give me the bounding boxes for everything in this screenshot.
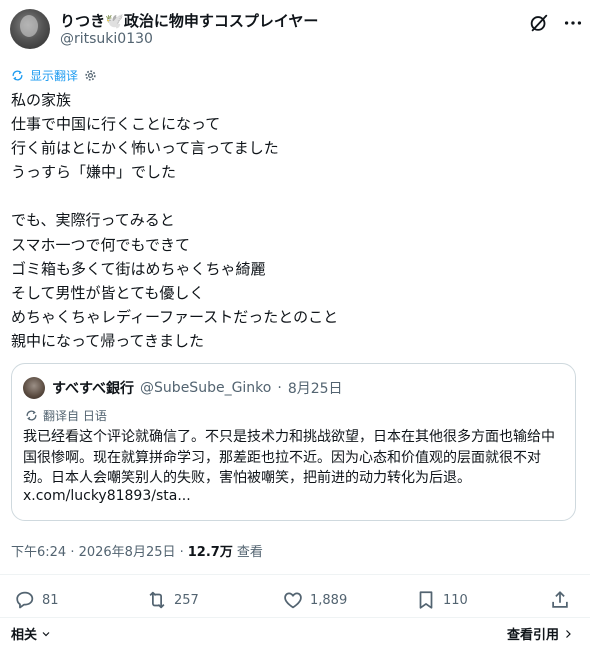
retweet-icon [149, 591, 165, 609]
quoted-translation-note: 翻译自 日语 [25, 406, 107, 424]
quoted-tweet-link[interactable]: x.com/lucky81893/sta... [23, 488, 191, 504]
like-icon [284, 592, 302, 609]
tweet-timestamp[interactable]: 下午6:24 · 2026年8月25日 · [11, 541, 184, 560]
views-label: 查看 [236, 544, 263, 560]
retweet-count: 257 [174, 592, 199, 608]
like-button[interactable]: 1,889 [282, 586, 347, 614]
quoted-date[interactable]: 8月25日 [288, 378, 343, 398]
reply-icon [16, 591, 34, 609]
avatar[interactable] [10, 9, 50, 49]
reply-count: 81 [42, 592, 59, 608]
quoted-header: すべすべ銀行 @SubeSube_Ginko · 8月25日 [52, 377, 343, 399]
like-count: 1,889 [310, 592, 348, 608]
view-quotes-label: 查看引用 [506, 628, 559, 643]
share-icon [552, 591, 568, 608]
quoted-tweet-card[interactable]: すべすべ銀行 @SubeSube_Ginko · 8月25日 翻译自 日语 我已… [11, 363, 576, 521]
related-label: 相关 [11, 628, 38, 643]
bookmark-count: 110 [443, 592, 468, 608]
retweet-button[interactable]: 257 [146, 586, 199, 614]
show-translation-link[interactable]: 显示翻译 [30, 67, 78, 84]
quoted-handle[interactable]: @SubeSube_Ginko [140, 380, 271, 396]
quoted-tweet-text: 我已经看这个评论就确信了。不只是技术力和挑战欲望，日本在其他很多方面也输给中国很… [23, 429, 555, 486]
bookmark-button[interactable]: 110 [415, 586, 468, 614]
more-icon[interactable] [562, 12, 584, 34]
view-quotes-link[interactable]: 查看引用 [507, 624, 574, 643]
quoted-translated-from: 翻译自 日语 [43, 408, 107, 423]
tweet-footer: 相关 查看引用 [0, 620, 590, 644]
show-translation-row[interactable]: 显示翻译 [11, 66, 97, 84]
views-count: 12.7万 [187, 544, 233, 560]
chevron-right-icon [566, 629, 571, 638]
divider [0, 617, 590, 618]
share-button[interactable] [549, 586, 571, 614]
tweet-meta: 下午6:24 · 2026年8月25日 · 12.7万 查看 [11, 540, 263, 560]
translate-icon [12, 70, 23, 80]
quoted-separator: · [277, 380, 282, 396]
reply-button[interactable]: 81 [14, 586, 59, 614]
tweet-body: 私の家族 仕事で中国に行くことになって 行く前はとにかく怖いって言ってました う… [11, 91, 339, 350]
author-display-name[interactable]: りつき🕊️政治に物申すコスプレイヤー [60, 10, 318, 31]
action-bar: 81 257 1,889 110 [0, 586, 590, 614]
quoted-display-name[interactable]: すべすべ銀行 [52, 378, 134, 398]
settings-gear-icon[interactable] [84, 69, 97, 82]
bookmark-icon [419, 591, 433, 609]
translate-icon [26, 410, 37, 420]
chevron-down-icon [42, 631, 50, 636]
tweet-header: りつき🕊️政治に物申すコスプレイヤー @ritsuki0130 [10, 8, 582, 50]
divider [0, 574, 590, 575]
author-handle[interactable]: @ritsuki0130 [60, 31, 153, 47]
grok-icon[interactable] [528, 12, 550, 34]
quoted-avatar[interactable] [23, 377, 45, 399]
related-toggle[interactable]: 相关 [11, 624, 52, 643]
